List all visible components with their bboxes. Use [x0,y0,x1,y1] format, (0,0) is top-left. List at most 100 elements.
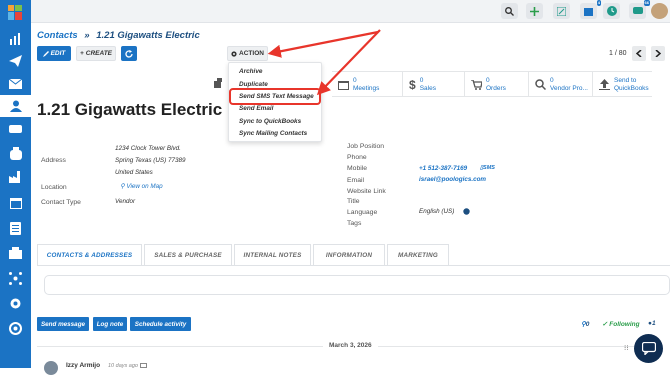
network-icon [9,271,22,285]
refresh-button[interactable] [121,46,137,61]
livechat-button[interactable] [634,334,663,363]
action-send-email[interactable]: Send Email [239,105,273,112]
sidebar-email[interactable] [0,73,31,95]
prev-record-button[interactable] [632,46,646,61]
following-toggle[interactable]: ✓ Following [602,320,640,328]
upload-icon [599,79,610,90]
action-button[interactable]: ACTION [227,46,268,61]
stat-meetings[interactable]: 0 Meetings [332,72,402,97]
sidebar-purchase[interactable] [0,242,31,264]
date-separator-label: March 3, 2026 [323,342,378,349]
sidebar-dashboard[interactable] [0,28,31,50]
edit-icon [557,6,566,16]
sms-label: SMS [483,165,495,171]
app-logo[interactable] [8,5,22,20]
stat-orders[interactable]: 0 Orders [464,72,528,97]
sidebar-support[interactable] [0,317,31,339]
sidebar-settings[interactable] [0,292,31,314]
messages-button[interactable]: 66 [629,0,650,19]
stat-send-to-quickbooks[interactable]: Send to QuickBooks [592,72,652,97]
clock-button[interactable] [603,3,620,19]
breadcrumb-current: 1.21 Gigawatts Electric [96,30,200,41]
mobile-label: Mobile [347,165,368,172]
tab-marketing[interactable]: MARKETING [387,244,449,265]
user-avatar[interactable] [651,3,668,19]
tags-label: Tags [347,220,362,227]
sidebar-contacts[interactable] [0,95,31,117]
location-label: Location [41,184,67,191]
contact-name: 1.21 Gigawatts Electric [37,100,223,119]
money-bag-icon [9,146,22,160]
sidebar-calendar[interactable] [0,192,31,214]
send-message-button[interactable]: Send message [37,317,89,331]
messages-badge: 66 [643,0,650,6]
sidebar-discuss[interactable] [0,50,31,72]
search-icon [535,79,546,90]
app-sidebar [0,0,31,368]
breadcrumb: Contacts » 1.21 Gigawatts Electric [37,30,200,41]
email-value[interactable]: israel@poologics.com [419,176,486,183]
tab-content-panel [44,275,670,295]
action-sync-mailing[interactable]: Sync Mailing Contacts [239,130,307,137]
orders-count: 0 [486,76,490,84]
sidebar-crm[interactable] [0,118,31,140]
edit-button[interactable]: EDIT [37,46,71,61]
plus-icon: + [79,50,84,57]
log-note-button[interactable]: Log note [93,317,127,331]
attachments-count[interactable]: ⚲0 [581,320,589,328]
lifebuoy-icon [9,321,22,335]
edit-label: EDIT [50,50,66,57]
action-label: ACTION [239,50,264,57]
tab-sales-purchase[interactable]: SALES & PURCHASE [144,244,232,265]
tab-contacts-addresses[interactable]: CONTACTS & ADDRESSES [37,244,142,265]
cart-icon [471,79,482,90]
stat-sales[interactable]: $ 0 Sales [402,72,464,97]
action-sync-quickbooks[interactable]: Sync to QuickBooks [239,118,301,125]
sidebar-inventory[interactable] [0,166,31,188]
chevron-right-icon [655,50,661,57]
create-button[interactable]: + CREATE [76,46,116,61]
tab-internal-notes[interactable]: INTERNAL NOTES [234,244,311,265]
orders-label: Orders [486,84,506,92]
next-record-button[interactable] [651,46,665,61]
tab-information[interactable]: INFORMATION [313,244,385,265]
stat-buttons-bar: 0 Meetings $ 0 Sales 0 Orders 0 Vendor Pro..… [332,71,652,97]
vendor-products-count: 0 [550,76,554,84]
search-button[interactable] [501,3,518,19]
followers-count[interactable]: ●1 [648,320,656,327]
sidebar-network[interactable] [0,267,31,289]
meetings-label: Meetings [353,84,380,92]
chat-bubble-icon [641,342,656,355]
sidebar-sales[interactable] [0,142,31,164]
job-position-label: Job Position [347,143,385,150]
action-archive[interactable]: Archive [239,68,262,75]
stat-partial-icon [214,78,222,88]
gear-icon [231,50,237,57]
title-label: Title [347,198,360,205]
document-icon [10,221,21,235]
contact-type-value: Vendor [115,198,136,205]
language-label: Language [347,209,378,216]
activities-button[interactable]: 4 [580,0,601,19]
sms-link[interactable]: ▯SMS [480,165,495,171]
address-line2: Spring Texas (US) 77389 [115,157,186,164]
schedule-activity-button[interactable]: Schedule activity [130,317,191,331]
language-value: English (US) [419,208,455,215]
phone-label: Phone [347,154,367,161]
plus-icon [530,6,539,16]
mobile-value[interactable]: +1 512-387-7169 [419,165,467,172]
sidebar-documents[interactable] [0,217,31,239]
globe-icon[interactable] [463,208,470,215]
box-icon [9,247,22,259]
quick-create-button[interactable] [526,3,543,19]
view-map-link[interactable]: ⚲ View on Map [120,183,163,190]
action-duplicate[interactable]: Duplicate [239,81,268,88]
address-line1: 1234 Clock Tower Blvd. [115,145,181,152]
breadcrumb-contacts[interactable]: Contacts [37,30,78,41]
sales-label: Sales [419,84,436,92]
notes-button[interactable] [553,3,570,19]
quickbooks-line1: Send to [614,76,637,84]
sales-count: 0 [419,76,424,84]
drag-handle-icon[interactable]: ⁝⁝ [624,344,630,354]
stat-vendor-products[interactable]: 0 Vendor Pro... [528,72,592,97]
